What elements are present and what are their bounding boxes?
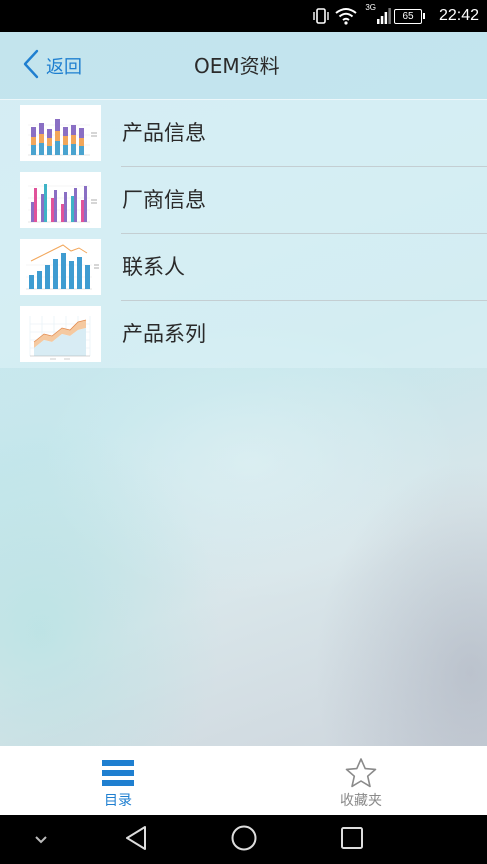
recents-nav-button[interactable] [338, 815, 366, 864]
chevron-down-icon [34, 830, 48, 849]
list-item-product-info[interactable]: 产品信息 [0, 100, 487, 167]
back-button[interactable]: 返回 [22, 49, 82, 83]
status-bar: 3G 65 22:42 [0, 0, 487, 32]
battery-icon: 65 [394, 0, 425, 32]
bar-line-chart-thumbnail [20, 239, 101, 295]
list-item-label: 产品系列 [122, 322, 206, 346]
star-icon [345, 758, 377, 788]
tab-favorites[interactable]: 收藏夹 [301, 746, 421, 815]
system-navigation-bar [0, 815, 487, 864]
list-item-product-series[interactable]: 产品系列 [0, 301, 487, 368]
list-item-label: 厂商信息 [122, 188, 206, 212]
tab-catalog-label: 目录 [104, 793, 132, 809]
list-item-contacts[interactable]: 联系人 [0, 234, 487, 301]
home-nav-button[interactable] [228, 815, 260, 864]
list-item-label: 产品信息 [122, 121, 206, 145]
area-chart-thumbnail [20, 306, 101, 362]
hide-navbar-button[interactable] [28, 815, 54, 864]
chevron-left-icon [22, 49, 40, 83]
vibrate-icon [312, 0, 330, 32]
category-list: 产品信息 厂商信息 联系人 产品系列 [0, 100, 487, 368]
tab-favorites-label: 收藏夹 [340, 793, 382, 809]
page-title: OEM资料 [194, 54, 280, 78]
grouped-bar-chart-thumbnail [20, 172, 101, 228]
tab-catalog[interactable]: 目录 [58, 746, 178, 815]
app-screen: 3G 65 22:42 返回 OEM资料 产品信息 厂商信息 联系人 产品系列 … [0, 0, 487, 864]
top-navigation-bar: 返回 OEM资料 [0, 32, 487, 100]
circle-home-icon [230, 824, 258, 856]
battery-level: 65 [394, 8, 422, 24]
list-item-vendor-info[interactable]: 厂商信息 [0, 167, 487, 234]
stacked-bar-chart-thumbnail [20, 105, 101, 161]
list-item-label: 联系人 [122, 255, 185, 279]
network-type-label: 3G [365, 3, 376, 12]
bottom-tab-bar: 目录 收藏夹 [0, 746, 487, 815]
back-nav-button[interactable] [120, 815, 152, 864]
signal-strength-icon [377, 0, 391, 32]
menu-list-icon [102, 758, 134, 788]
back-button-label: 返回 [46, 57, 82, 78]
wifi-icon [335, 0, 357, 32]
triangle-back-icon [124, 825, 148, 855]
status-time: 22:42 [438, 7, 479, 24]
square-recents-icon [340, 826, 364, 854]
